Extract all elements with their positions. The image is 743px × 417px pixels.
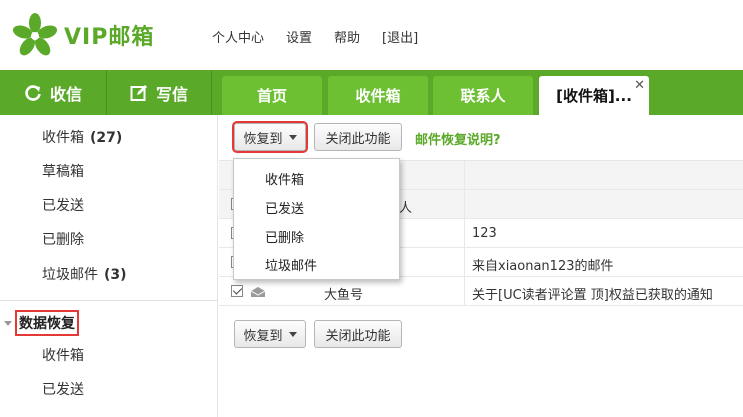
row-subject[interactable]: 关于[UC读者评论置 顶]权益已获取的通知 bbox=[472, 284, 713, 303]
receive-label: 收信 bbox=[49, 84, 82, 104]
dropdown-arrow-icon bbox=[288, 134, 297, 140]
menu-item-spam[interactable]: 垃圾邮件 bbox=[265, 255, 317, 274]
top-nav: 个人中心 设置 帮助 [退出] bbox=[212, 27, 440, 46]
menu-item-deleted[interactable]: 已删除 bbox=[265, 227, 304, 246]
menu-item-inbox[interactable]: 收件箱 bbox=[265, 169, 304, 188]
restore-to-button-bottom[interactable]: 恢复到 bbox=[234, 320, 306, 348]
receive-mail-button[interactable]: 收信 bbox=[0, 70, 107, 115]
unread-count: (27) bbox=[90, 130, 123, 146]
mail-app: VIP邮箱 个人中心 设置 帮助 [退出] 收信 写信 首页 收件箱 联系人 [… bbox=[0, 0, 743, 417]
sidebar-item-inbox[interactable]: 收件箱 (27) bbox=[42, 127, 122, 147]
nav-help[interactable]: 帮助 bbox=[334, 27, 360, 46]
tab-inbox[interactable]: 收件箱 bbox=[328, 76, 428, 115]
menu-item-sent[interactable]: 已发送 bbox=[265, 198, 304, 217]
toolbar: 恢复到 关闭此功能 邮件恢复说明? bbox=[219, 121, 743, 153]
nav-logout[interactable]: [退出] bbox=[382, 27, 418, 46]
sidebar-item-drafts[interactable]: 草稿箱 bbox=[42, 161, 84, 181]
logo[interactable]: VIP邮箱 bbox=[12, 12, 154, 58]
nav-personal-center[interactable]: 个人中心 bbox=[212, 27, 264, 46]
close-icon[interactable]: ✕ bbox=[634, 78, 645, 93]
compose-button[interactable]: 写信 bbox=[107, 70, 212, 115]
clover-logo-icon bbox=[12, 13, 58, 56]
table-row[interactable]: 大鱼号 关于[UC读者评论置 顶]权益已获取的通知 bbox=[219, 277, 743, 306]
divider bbox=[0, 300, 218, 301]
column-header-sender: 人 bbox=[399, 201, 413, 216]
restore-to-label: 恢复到 bbox=[243, 328, 283, 344]
sidebar-item-sent[interactable]: 已发送 bbox=[42, 195, 84, 215]
sidebar-item-label: 收件箱 bbox=[42, 130, 84, 146]
recovery-section-header[interactable]: 数据恢复 bbox=[0, 310, 79, 336]
restore-to-button[interactable]: 恢复到 bbox=[232, 121, 308, 153]
caret-down-icon bbox=[4, 320, 12, 326]
compose-label: 写信 bbox=[155, 84, 188, 104]
row-checkbox[interactable] bbox=[231, 285, 243, 297]
sidebar-item-recovery-sent[interactable]: 已发送 bbox=[42, 379, 84, 399]
close-feature-button[interactable]: 关闭此功能 bbox=[314, 123, 402, 151]
restore-to-dropdown-menu: 收件箱 已发送 已删除 垃圾邮件 bbox=[233, 158, 400, 280]
refresh-icon bbox=[25, 84, 41, 101]
row-subject[interactable]: 123 bbox=[472, 226, 497, 241]
recovery-section-label: 数据恢复 bbox=[15, 310, 79, 336]
compose-icon bbox=[130, 84, 147, 101]
sidebar-item-deleted[interactable]: 已删除 bbox=[42, 229, 84, 249]
restore-to-label: 恢复到 bbox=[243, 131, 283, 147]
header: VIP邮箱 个人中心 设置 帮助 [退出] bbox=[0, 0, 743, 70]
unread-count: (3) bbox=[104, 267, 127, 283]
row-subject[interactable]: 来自xiaonan123的邮件 bbox=[472, 255, 613, 274]
tab-home[interactable]: 首页 bbox=[222, 76, 322, 115]
recovery-help-link[interactable]: 邮件恢复说明? bbox=[415, 129, 501, 148]
nav-settings[interactable]: 设置 bbox=[286, 27, 312, 46]
tab-inbox-recovery[interactable]: [收件箱]... ✕ bbox=[539, 76, 649, 115]
sidebar-item-recovery-inbox[interactable]: 收件箱 bbox=[42, 345, 84, 365]
logo-text: VIP邮箱 bbox=[64, 25, 155, 50]
row-sender: 大鱼号 bbox=[324, 288, 364, 303]
sidebar: 收件箱 (27) 草稿箱 已发送 已删除 垃圾邮件 (3) 数据恢复 收件箱 已发送 bbox=[0, 115, 218, 417]
close-feature-button-bottom[interactable]: 关闭此功能 bbox=[314, 320, 402, 348]
tab-active-label: [收件箱]... bbox=[556, 87, 632, 105]
sidebar-item-spam[interactable]: 垃圾邮件 (3) bbox=[42, 264, 127, 284]
main-navbar: 收信 写信 首页 收件箱 联系人 [收件箱]... ✕ bbox=[0, 70, 743, 115]
envelope-open-icon bbox=[250, 287, 266, 297]
tab-contacts[interactable]: 联系人 bbox=[433, 76, 533, 115]
sidebar-item-label: 垃圾邮件 bbox=[42, 267, 98, 283]
dropdown-arrow-icon bbox=[288, 331, 297, 337]
